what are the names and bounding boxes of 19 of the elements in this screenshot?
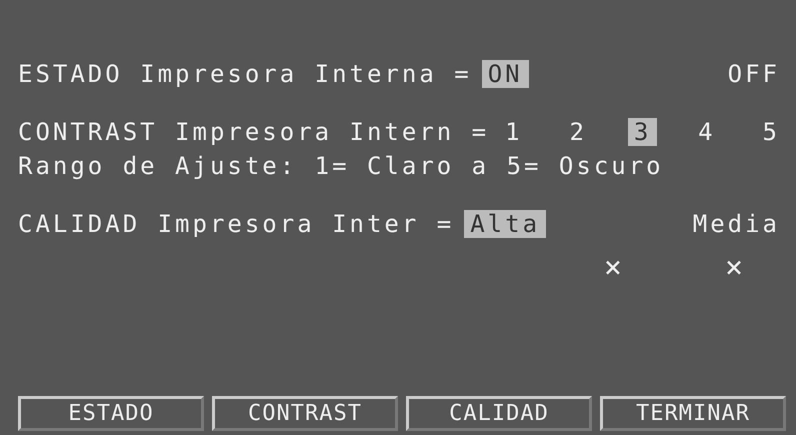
range-note: Rango de Ajuste: 1= Claro a 5= Oscuro <box>18 152 665 180</box>
option[interactable]: OFF <box>722 60 786 88</box>
option[interactable]: ON <box>482 60 529 88</box>
option[interactable]: Media <box>686 210 786 238</box>
cross-mark: × <box>604 250 625 285</box>
option[interactable]: 4 <box>692 118 722 146</box>
setting-label: CALIDAD Impresora Inter = <box>18 210 454 238</box>
option[interactable]: 2 <box>563 118 593 146</box>
softkey[interactable]: ESTADO <box>18 396 204 431</box>
softkey[interactable]: TERMINAR <box>600 396 786 431</box>
option[interactable]: 5 <box>756 118 786 146</box>
option[interactable]: 1 <box>499 118 529 146</box>
option[interactable]: Alta <box>464 210 546 238</box>
cross-mark: × <box>724 250 746 285</box>
setting-label: CONTRAST Impresora Intern = <box>18 118 490 146</box>
setting-label: ESTADO Impresora Interna = <box>18 60 472 88</box>
softkey[interactable]: CONTRAST <box>212 396 398 431</box>
softkey[interactable]: CALIDAD <box>406 396 592 431</box>
option[interactable]: 3 <box>628 118 658 146</box>
